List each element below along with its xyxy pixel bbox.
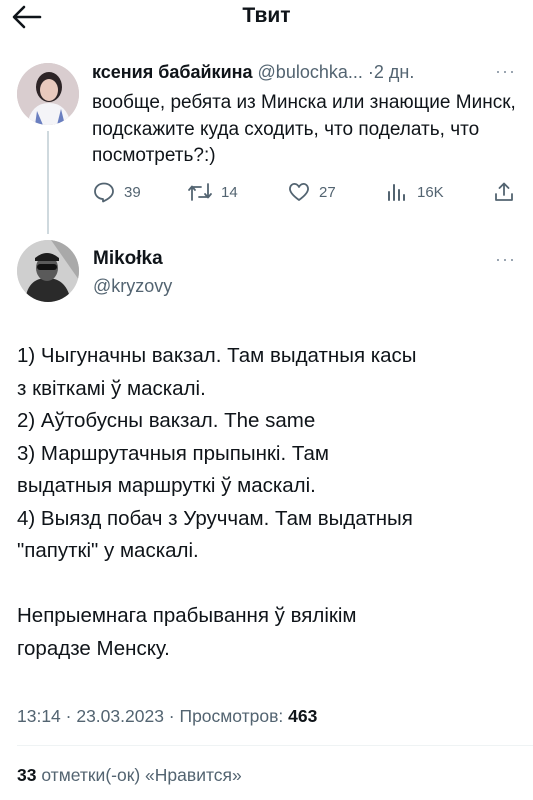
tweet-text: вообще, ребята из Минска или знающие Мин… — [92, 92, 516, 166]
like-count: 27 — [319, 183, 336, 201]
reply-button[interactable]: 39 — [92, 180, 141, 204]
tweet-line: 2) Аўтобусны вакзал. The same — [17, 409, 316, 432]
avatar-image — [17, 240, 79, 302]
tweet-line: горадзе Менску. — [17, 636, 170, 660]
tweet-timestamp[interactable]: 13:14 · 23.03.2023 · — [17, 706, 179, 726]
retweet-count: 14 — [221, 183, 238, 201]
analytics-icon — [388, 184, 405, 201]
likes-label: отметки(-ок) «Нравится» — [36, 765, 242, 785]
tweet-time[interactable]: ·2 дн. — [368, 62, 414, 82]
tweet-line: з квіткамі ў маскалі. — [17, 376, 206, 400]
more-icon[interactable]: ··· — [495, 61, 516, 82]
tweet-line: "папуткі" у маскалі. — [17, 539, 199, 562]
tweet-meta: 13:14 · 23.03.2023 · Просмотров: 463 — [17, 704, 317, 728]
retweet-button[interactable]: 14 — [187, 180, 238, 204]
heart-icon — [289, 183, 309, 201]
reply-count: 39 — [124, 183, 141, 201]
tweet-text: 1) Чыгуначны вакзал. Там выдатныя касы з… — [17, 340, 517, 665]
more-icon[interactable]: ··· — [495, 249, 516, 270]
tweet-line: выдатныя маршруткі ў маскалі. — [17, 474, 316, 497]
page-title: Твит — [242, 4, 291, 27]
likes-count: 33 — [17, 765, 37, 785]
tweet-line: 1) Чыгуначны вакзал. Там выдатныя касы — [17, 344, 417, 367]
author-handle[interactable]: @kryzovy — [93, 274, 172, 298]
tweet-line-empty — [17, 568, 517, 601]
tweet-line: 4) Выязд побач з Уруччам. Там выдатныя — [17, 506, 413, 530]
author-handle[interactable]: @bulochka... — [258, 62, 363, 82]
share-icon — [495, 182, 513, 201]
like-button[interactable]: 27 — [287, 180, 336, 204]
retweet-icon — [188, 183, 212, 201]
author-name[interactable]: Mikołka — [93, 247, 163, 271]
avatar-image — [17, 63, 79, 125]
tweet-line: Непрыемнага прабывання ў вялікім — [17, 604, 357, 627]
views-count: 463 — [288, 706, 318, 726]
views-label: Просмотров: — [179, 706, 289, 726]
avatar[interactable] — [17, 63, 79, 125]
likes-summary[interactable]: 33 отметки(-ок) «Нравится» — [17, 763, 242, 787]
tweet-line: 3) Маршрутачныя прыпынкі. Там — [17, 441, 329, 465]
reply-icon — [94, 182, 114, 203]
views-button[interactable]: 16K — [385, 180, 444, 204]
share-button[interactable] — [492, 180, 516, 204]
thread-line — [47, 131, 49, 234]
avatar[interactable] — [17, 240, 79, 302]
divider — [17, 745, 533, 746]
author-name[interactable]: ксения бабайкина — [92, 62, 253, 82]
views-count: 16K — [417, 183, 444, 201]
reply-to-header: ксения бабайкина @bulochka... ·2 дн. — [92, 60, 414, 84]
